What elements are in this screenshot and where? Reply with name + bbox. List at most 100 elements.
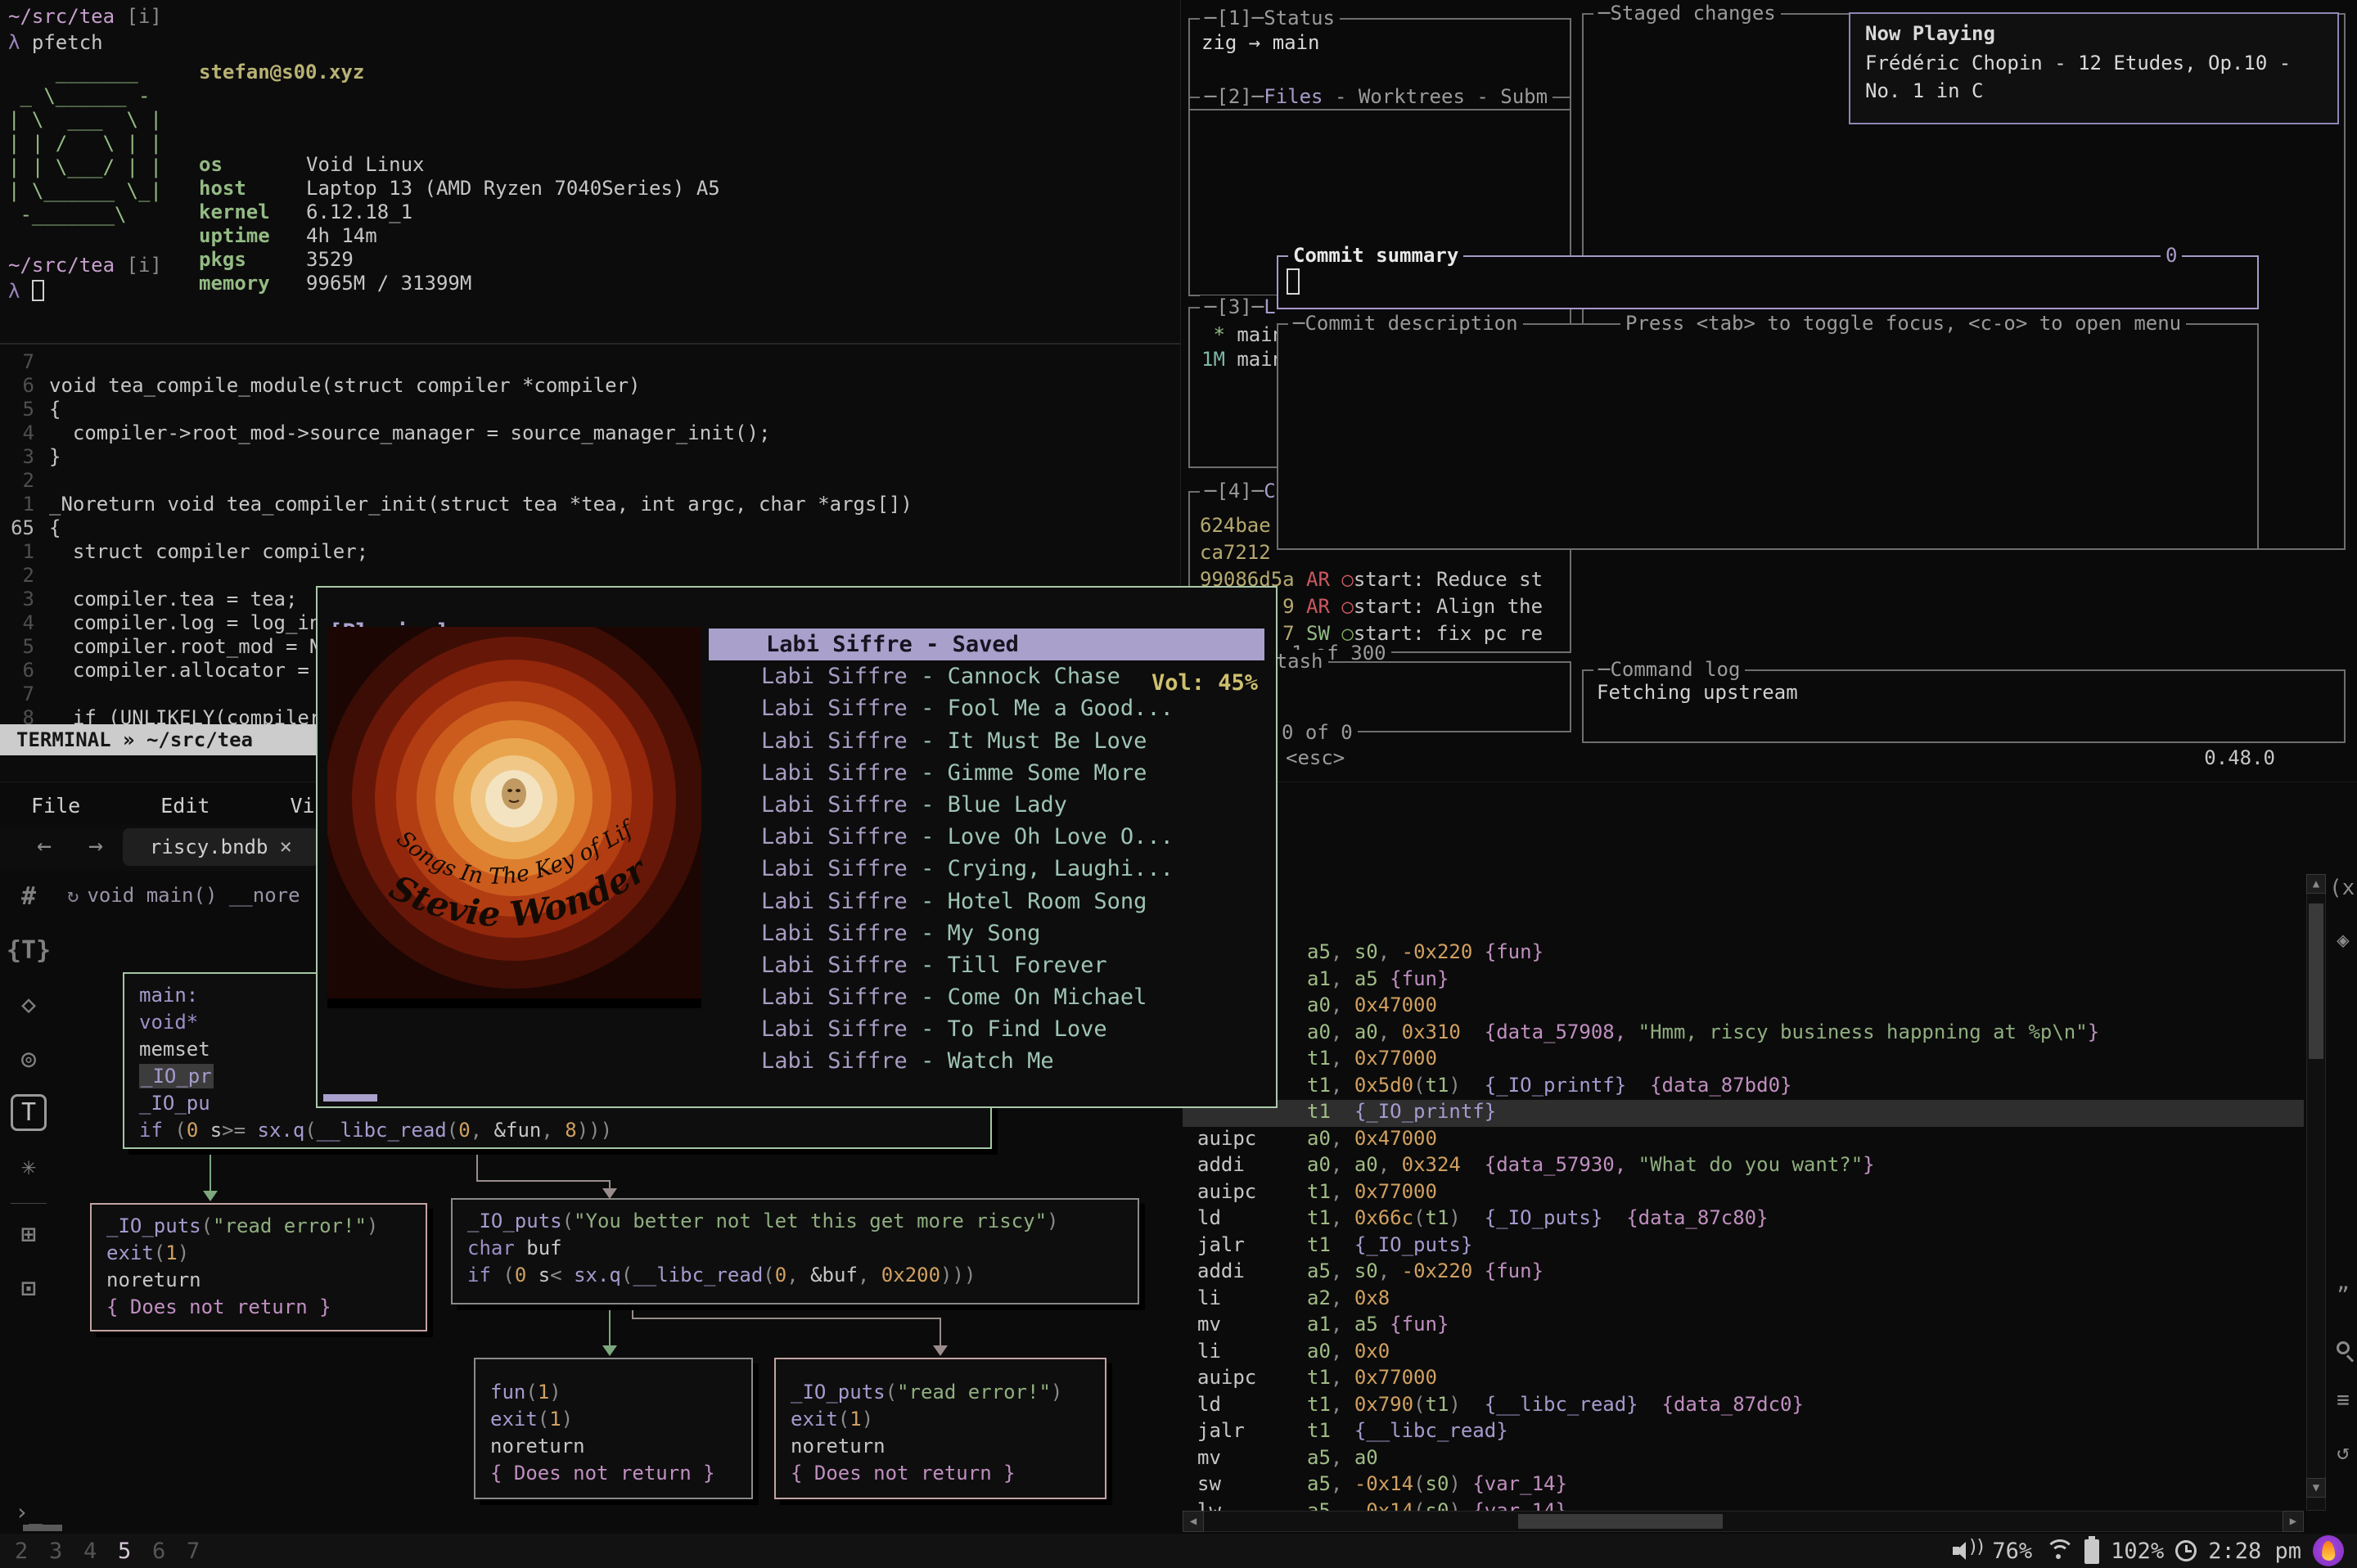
- cross-references-icon[interactable]: ⊡: [0, 1264, 57, 1318]
- prompt-mode: [i]: [127, 5, 162, 28]
- hscroll-thumb[interactable]: [1518, 1514, 1723, 1529]
- close-icon[interactable]: ×: [279, 835, 292, 859]
- flame-badge-icon[interactable]: [2313, 1535, 2344, 1566]
- disasm-row[interactable]: jalrt1 {_IO_puts}: [1183, 1233, 2304, 1260]
- disasm-row[interactable]: lia2, 0x8: [1183, 1286, 2304, 1313]
- playlist-item[interactable]: Labi Siffre - Till Forever: [709, 949, 1264, 981]
- playlist[interactable]: Labi Siffre - SavedLabi Siffre - Cannock…: [709, 629, 1264, 1078]
- disasm-row[interactable]: auipct1, 0x77000: [1183, 1180, 2304, 1207]
- playlist-item[interactable]: Labi Siffre - My Song: [709, 917, 1264, 949]
- nav-forward-icon[interactable]: →: [88, 831, 103, 860]
- workspace-button[interactable]: 6: [152, 1539, 187, 1564]
- edge-true-branch-2: [609, 1306, 611, 1347]
- disasm-row[interactable]: t1, 0x77000: [1183, 1047, 2304, 1074]
- disasm-row[interactable]: a1, a5 {fun}: [1183, 967, 2304, 994]
- history-icon[interactable]: ↺: [2329, 1440, 2357, 1493]
- system-tray: )) 76% 102% 2:28 pm: [1953, 1534, 2344, 1568]
- disasm-row[interactable]: auipca0, 0x47000: [1183, 1127, 2304, 1154]
- tab-riscy-bndb[interactable]: riscy.bndb×: [123, 828, 319, 866]
- fetch-user: stefan@s00.xyz: [199, 61, 364, 83]
- tags-icon[interactable]: ◇: [0, 980, 57, 1034]
- console-icon[interactable]: ›_: [0, 1498, 57, 1525]
- fetch-row: memory9965M / 31399M: [199, 272, 720, 295]
- symbols-icon[interactable]: #: [0, 872, 57, 926]
- nav-back-icon[interactable]: ←: [37, 831, 52, 860]
- playlist-item[interactable]: Labi Siffre - Gimme Some More: [709, 757, 1264, 789]
- vscroll-thumb[interactable]: [2309, 903, 2323, 1059]
- debugger-icon[interactable]: ✳: [0, 1142, 57, 1196]
- workspace-button[interactable]: 5: [118, 1539, 152, 1564]
- playlist-item[interactable]: Labi Siffre - Hotel Room Song: [709, 885, 1264, 917]
- types-icon[interactable]: {T}: [0, 926, 57, 980]
- scroll-left-icon[interactable]: ◀: [1183, 1511, 1204, 1532]
- disasm-hscrollbar[interactable]: [1183, 1511, 2304, 1532]
- disasm-row[interactable]: swa5, -0x14(s0) {var_14}: [1183, 1472, 2304, 1499]
- variables-icon[interactable]: (x): [2329, 876, 2357, 928]
- workspace-button[interactable]: 7: [187, 1539, 221, 1564]
- now-playing-notification[interactable]: Now Playing Frédéric Chopin - 12 Etudes,…: [1849, 12, 2339, 124]
- disasm-row[interactable]: auipct1, 0x77000: [1183, 1366, 2304, 1393]
- disasm-row[interactable]: ldt1, 0x66c(t1) {_IO_puts} {data_87c80}: [1183, 1206, 2304, 1233]
- workspace-button[interactable]: 4: [83, 1539, 118, 1564]
- search-icon[interactable]: [2329, 1336, 2357, 1388]
- workspace-button[interactable]: 3: [49, 1539, 83, 1564]
- disasm-row[interactable]: t1 {_IO_printf}: [1183, 1100, 2304, 1127]
- comments-icon[interactable]: ”: [2329, 1283, 2357, 1336]
- scroll-up-icon[interactable]: ▲: [2306, 874, 2326, 894]
- linear-disassembly[interactable]: a5, s0, -0x220 {fun}a1, a5 {fun}a0, 0x47…: [1183, 872, 2304, 1512]
- scroll-down-icon[interactable]: ▼: [2306, 1478, 2326, 1498]
- disasm-row[interactable]: mva5, a0: [1183, 1446, 2304, 1473]
- graph-node-fun[interactable]: fun(1)exit(1)noreturn{ Does not return }: [474, 1358, 753, 1499]
- disasm-row[interactable]: a0, 0x47000: [1183, 994, 2304, 1021]
- playlist-item[interactable]: Labi Siffre - Watch Me: [709, 1045, 1264, 1077]
- memory-map-icon[interactable]: ◎: [0, 1034, 57, 1088]
- playlist-item[interactable]: Labi Siffre - To Find Love: [709, 1013, 1264, 1045]
- playlist-item[interactable]: Labi Siffre - Love Oh Love O...: [709, 821, 1264, 853]
- disasm-row[interactable]: mva1, a5 {fun}: [1183, 1313, 2304, 1340]
- breadcrumb[interactable]: ↻void main() __nore: [67, 884, 300, 907]
- menu-item[interactable]: File: [31, 794, 80, 818]
- playlist-item[interactable]: Labi Siffre - It Must Be Love: [709, 725, 1264, 757]
- menu-item[interactable]: Edit: [160, 794, 210, 818]
- graph-node-read-error-2[interactable]: _IO_puts("read error!")exit(1)noreturn{ …: [774, 1358, 1106, 1499]
- strings-icon[interactable]: T: [0, 1088, 57, 1142]
- stack-view-icon[interactable]: ◈: [2329, 928, 2357, 980]
- battery-icon: [2084, 1539, 2099, 1564]
- commit-summary-box[interactable]: Commit summary 0: [1277, 255, 2259, 309]
- distro-logo-icon: _______ _ \______ -| \ ___ \ || | / \ | …: [8, 61, 162, 227]
- code-line: 3}: [0, 445, 1181, 469]
- mini-graph-icon[interactable]: ⊞: [0, 1210, 57, 1264]
- log-list-icon[interactable]: ≡: [2329, 1388, 2357, 1440]
- pane-separator: [0, 343, 1181, 345]
- terminal-statusline: TERMINAL » ~/src/tea: [0, 724, 321, 755]
- edge-false-branch-2: [632, 1318, 941, 1319]
- playlist-item[interactable]: Labi Siffre - Blue Lady: [709, 789, 1264, 821]
- playlist-item[interactable]: Labi Siffre - Crying, Laughi...: [709, 853, 1264, 885]
- playlist-item[interactable]: Labi Siffre - Come On Michael: [709, 981, 1264, 1013]
- disasm-row[interactable]: a0, a0, 0x310 {data_57908, "Hmm, riscy b…: [1183, 1021, 2304, 1048]
- workspace-button[interactable]: 2: [15, 1539, 49, 1564]
- git-command-log-box[interactable]: ─Command log Fetching upstream: [1582, 669, 2346, 743]
- disasm-row[interactable]: t1, 0x5d0(t1) {_IO_printf} {data_87bd0}: [1183, 1074, 2304, 1101]
- disasm-row[interactable]: jalrt1 {__libc_read}: [1183, 1419, 2304, 1446]
- fetch-row: pkgs3529: [199, 248, 720, 272]
- disasm-row[interactable]: a5, s0, -0x220 {fun}: [1183, 940, 2304, 967]
- summary-cursor: [1287, 268, 1300, 295]
- disasm-row[interactable]: addia0, a0, 0x324 {data_57930, "What do …: [1183, 1153, 2304, 1180]
- scroll-right-icon[interactable]: ▶: [2283, 1511, 2304, 1532]
- disasm-row[interactable]: lia0, 0x0: [1183, 1340, 2304, 1367]
- playlist-item[interactable]: Labi Siffre - Fool Me a Good...: [709, 692, 1264, 724]
- graph-node-read-error-1[interactable]: _IO_puts("read error!")exit(1)noreturn{ …: [90, 1203, 427, 1331]
- code-line: 4 compiler->root_mod->source_manager = s…: [0, 421, 1181, 445]
- music-player-window[interactable]: [Playing] Vol: 45%: [316, 586, 1278, 1108]
- workspace-switcher[interactable]: 234567: [15, 1539, 221, 1564]
- commit-description-box[interactable]: ─Commit description Press <tab> to toggl…: [1277, 323, 2259, 550]
- disasm-row[interactable]: addia5, s0, -0x220 {fun}: [1183, 1259, 2304, 1286]
- playlist-item[interactable]: Labi Siffre - Cannock Chase: [709, 660, 1264, 692]
- code-line: 2: [0, 564, 1181, 588]
- disasm-row[interactable]: ldt1, 0x790(t1) {__libc_read} {data_87dc…: [1183, 1393, 2304, 1420]
- cursor-line[interactable]: λ: [8, 280, 44, 303]
- playlist-item[interactable]: Labi Siffre - Saved: [709, 629, 1264, 660]
- graph-hscrollbar[interactable]: [23, 1525, 62, 1531]
- graph-node-risky[interactable]: _IO_puts("You better not let this get mo…: [451, 1198, 1139, 1304]
